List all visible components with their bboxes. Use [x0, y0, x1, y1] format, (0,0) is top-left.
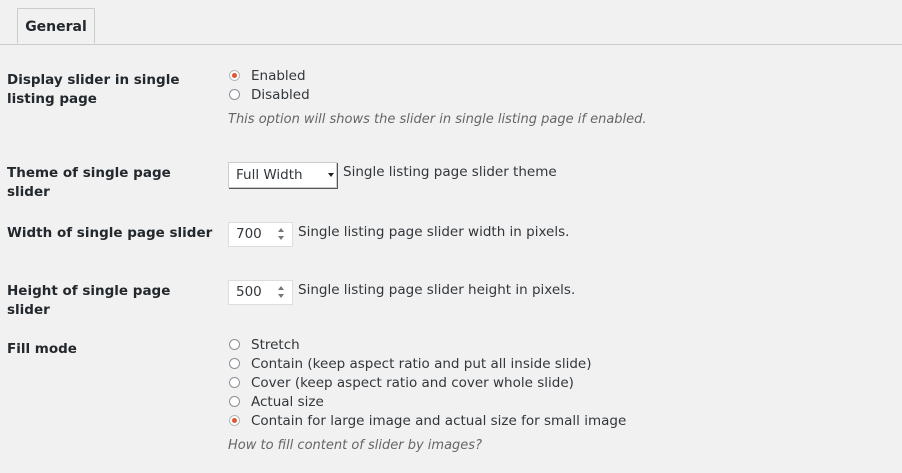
- height-label: Height of single page slider: [7, 283, 171, 318]
- radio-label-cover[interactable]: Cover (keep aspect ratio and cover whole…: [251, 374, 574, 393]
- radio-option-contain[interactable]: Contain (keep aspect ratio and put all i…: [228, 355, 592, 374]
- theme-select-value: Full Width: [236, 167, 303, 183]
- width-input-value: 700: [236, 226, 262, 242]
- fill-mode-description: How to fill content of slider by images?: [228, 438, 482, 453]
- radio-button-disabled[interactable]: [229, 89, 240, 100]
- radio-button-enabled[interactable]: [229, 70, 240, 81]
- radio-label-contain[interactable]: Contain (keep aspect ratio and put all i…: [251, 355, 592, 374]
- height-description: Single listing page slider height in pix…: [298, 282, 576, 298]
- height-input[interactable]: 500: [228, 280, 293, 305]
- display-slider-label: Display slider in single listing page: [7, 72, 180, 107]
- display-slider-field: Enabled Disabled This option will shows …: [228, 67, 647, 129]
- radio-label-contain-large[interactable]: Contain for large image and actual size …: [251, 412, 626, 431]
- tab-general[interactable]: General: [17, 8, 95, 44]
- fill-mode-field: Stretch Contain (keep aspect ratio and p…: [228, 336, 626, 455]
- fill-mode-label: Fill mode: [7, 341, 77, 357]
- width-description: Single listing page slider width in pixe…: [298, 224, 570, 240]
- radio-option-cover[interactable]: Cover (keep aspect ratio and cover whole…: [228, 374, 574, 393]
- radio-option-disabled[interactable]: Disabled: [228, 86, 647, 105]
- radio-label-disabled[interactable]: Disabled: [251, 86, 310, 105]
- display-slider-description: This option will shows the slider in sin…: [228, 112, 647, 127]
- radio-option-contain-large[interactable]: Contain for large image and actual size …: [228, 412, 626, 431]
- theme-label: Theme of single page slider: [7, 165, 171, 200]
- theme-description: Single listing page slider theme: [343, 164, 557, 180]
- tab-bar: General: [0, 0, 902, 45]
- dropdown-arrow-icon: [328, 173, 334, 177]
- stepper-up-icon[interactable]: [278, 286, 284, 290]
- radio-button-contain[interactable]: [229, 358, 240, 369]
- radio-label-actual-size[interactable]: Actual size: [251, 393, 324, 412]
- width-stepper[interactable]: [278, 228, 284, 241]
- radio-label-stretch[interactable]: Stretch: [251, 336, 300, 355]
- radio-button-actual-size[interactable]: [229, 396, 240, 407]
- height-stepper[interactable]: [278, 286, 284, 299]
- radio-button-contain-large[interactable]: [229, 415, 240, 426]
- height-input-value: 500: [236, 284, 262, 300]
- radio-button-cover[interactable]: [229, 377, 240, 388]
- radio-option-enabled[interactable]: Enabled: [228, 67, 647, 86]
- radio-option-stretch[interactable]: Stretch: [228, 336, 482, 355]
- radio-option-actual-size[interactable]: Actual size: [228, 393, 482, 412]
- theme-select[interactable]: Full Width: [228, 162, 337, 188]
- stepper-down-icon[interactable]: [278, 236, 284, 240]
- stepper-up-icon[interactable]: [278, 228, 284, 232]
- width-label: Width of single page slider: [7, 225, 213, 241]
- width-input[interactable]: 700: [228, 222, 293, 247]
- radio-button-stretch[interactable]: [229, 339, 240, 350]
- radio-label-enabled[interactable]: Enabled: [251, 67, 306, 86]
- stepper-down-icon[interactable]: [278, 294, 284, 298]
